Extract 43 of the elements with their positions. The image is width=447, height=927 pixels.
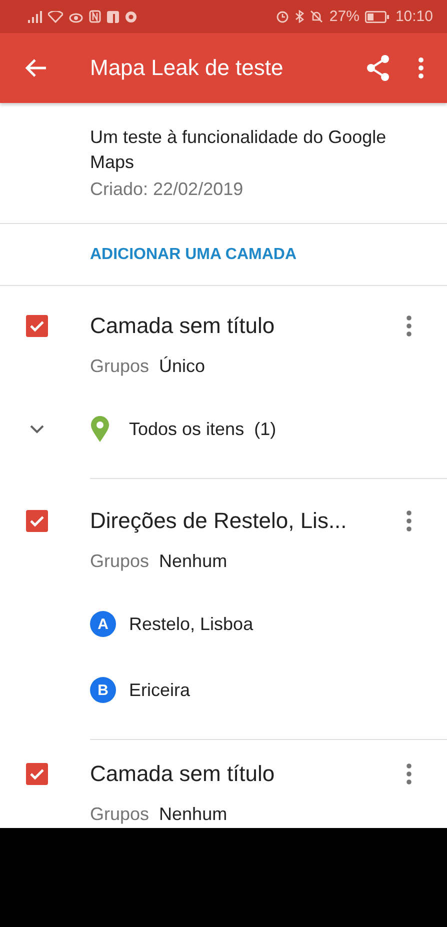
layer-checkbox[interactable] (26, 315, 48, 337)
place-marker: A (90, 611, 116, 637)
check-icon (29, 515, 45, 527)
more-options-button[interactable] (417, 56, 425, 80)
layer-options-button[interactable] (405, 314, 413, 338)
item-count: (1) (254, 418, 276, 440)
nfc-icon (89, 10, 101, 23)
battery-percentage: 27% (329, 8, 360, 25)
item-label[interactable]: Todos os itens (129, 418, 244, 440)
share-button[interactable] (365, 54, 391, 82)
clock: 10:10 (395, 8, 433, 25)
check-icon (29, 320, 45, 332)
layer-title: Direções de Restelo, Lis... (90, 508, 348, 534)
place-label[interactable]: Restelo, Lisboa (129, 614, 254, 634)
wifi-icon (48, 10, 63, 22)
eye-icon (69, 10, 83, 22)
groups-label: Grupos (90, 550, 150, 572)
layer-options-button[interactable] (405, 509, 413, 533)
bluetooth-icon (295, 10, 304, 23)
groups-label: Grupos (90, 356, 150, 376)
groups-value: Nenhum (159, 550, 228, 572)
layer-title: Camada sem título (90, 761, 276, 787)
check-icon (29, 768, 45, 780)
created-date: Criado: 22/02/2019 (90, 178, 244, 201)
layer-options-button[interactable] (405, 762, 413, 786)
place-label[interactable]: Ericeira (129, 680, 190, 700)
map-title: Mapa Leak de teste (90, 55, 284, 81)
browser-icon (125, 10, 137, 22)
place-marker: B (90, 677, 116, 703)
map-description: Um teste à funcionalidade do Google Maps (90, 126, 388, 174)
layer-checkbox[interactable] (26, 510, 48, 532)
map-pin-icon (90, 415, 110, 443)
signal-icon (28, 10, 42, 22)
layer-checkbox[interactable] (26, 763, 48, 785)
chevron-down-icon[interactable] (29, 424, 45, 434)
add-layer-link[interactable]: ADICIONAR UMA CAMADA (90, 246, 296, 264)
muted-bell-icon (310, 10, 324, 23)
layer-title: Camada sem título (90, 313, 276, 339)
alarm-icon (276, 10, 290, 23)
groups-value: Único (159, 356, 206, 376)
groups-value: Nenhum (159, 804, 228, 824)
battery-icon (365, 10, 390, 22)
groups-label: Grupos (90, 804, 150, 824)
